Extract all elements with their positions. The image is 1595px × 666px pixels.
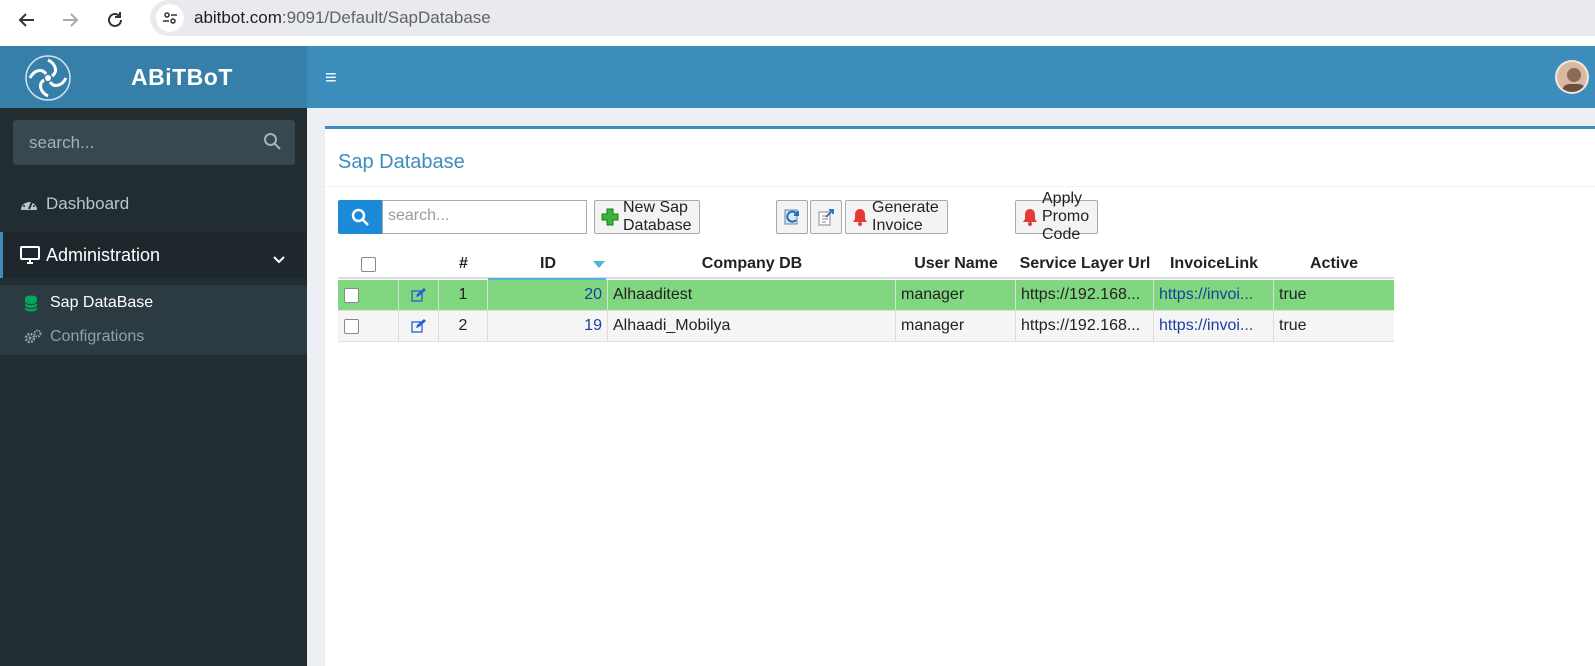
column-header-user-name[interactable]: User Name xyxy=(896,249,1016,279)
row-edit-cell xyxy=(399,280,439,310)
site-info-icon[interactable] xyxy=(156,4,184,32)
row-company-db: Alhaaditest xyxy=(608,280,896,310)
grid-header: # ID Company DB User Name Service Layer … xyxy=(338,249,1394,280)
row-select-cell xyxy=(338,280,399,310)
reload-icon xyxy=(108,12,122,27)
edit-icon[interactable] xyxy=(411,319,426,333)
row-select-cell xyxy=(338,311,399,341)
export-icon xyxy=(818,209,834,226)
sidebar-item-dashboard[interactable]: Dashboard xyxy=(0,181,307,227)
generate-invoice-label: Generate Invoice xyxy=(872,199,939,234)
edit-icon[interactable] xyxy=(411,288,426,302)
bell-icon xyxy=(852,208,868,226)
new-sap-database-label: New Sap Database xyxy=(623,199,692,234)
top-navbar: ≡ xyxy=(307,46,1595,108)
url-text: abitbot.com:9091/Default/SapDatabase xyxy=(194,8,491,28)
row-service-layer-url: https://192.168... xyxy=(1016,311,1154,341)
sidebar-item-label: Dashboard xyxy=(46,194,130,213)
table-row[interactable]: 2 19 Alhaadi_Mobilya manager https://192… xyxy=(338,311,1394,342)
export-button[interactable] xyxy=(810,200,842,234)
brand-name: ABiTBoT xyxy=(131,64,233,90)
apply-promo-code-button[interactable]: Apply Promo Code xyxy=(1015,190,1099,243)
forward-button[interactable] xyxy=(56,6,84,34)
grid-search-button[interactable] xyxy=(338,200,382,234)
dashboard-icon xyxy=(20,196,40,212)
sidebar-search-input[interactable] xyxy=(29,132,249,153)
generate-invoice-button[interactable]: Generate Invoice xyxy=(845,199,948,234)
url-path: :9091/Default/SapDatabase xyxy=(281,8,491,27)
bell-icon xyxy=(1022,208,1038,226)
sidebar-subitem-configurations[interactable]: Configrations xyxy=(0,320,307,354)
logo-swirl-icon xyxy=(25,55,71,101)
refresh-icon xyxy=(784,209,799,225)
grid-search-input[interactable] xyxy=(388,201,578,231)
table-row[interactable]: 1 20 Alhaaditest manager https://192.168… xyxy=(338,280,1394,311)
row-company-db: Alhaadi_Mobilya xyxy=(608,311,896,341)
back-button[interactable] xyxy=(13,6,41,34)
row-user-name: manager xyxy=(896,280,1016,310)
content-panel: Sap Database New Sap Database Generate I… xyxy=(325,126,1595,666)
row-invoice-link[interactable]: https://invoi... xyxy=(1154,280,1274,310)
sidebar-subitem-label: Configrations xyxy=(50,328,145,345)
chevron-down-icon[interactable] xyxy=(273,248,285,269)
search-icon xyxy=(351,208,369,226)
sidebar: Dashboard Administration Sap DataBase Co… xyxy=(0,108,307,666)
apply-promo-code-label: Apply Promo Code xyxy=(1042,190,1090,243)
sidebar-subitem-label: Sap DataBase xyxy=(50,294,154,311)
back-arrow-icon xyxy=(18,13,34,27)
browser-toolbar: abitbot.com:9091/Default/SapDatabase xyxy=(0,0,1595,46)
row-active: true xyxy=(1279,317,1307,334)
administration-submenu: Sap DataBase Configrations xyxy=(0,285,307,355)
title-divider xyxy=(325,186,1595,187)
refresh-button[interactable] xyxy=(776,200,808,234)
row-id: 19 xyxy=(488,311,608,341)
row-checkbox[interactable] xyxy=(344,318,359,334)
page-title: Sap Database xyxy=(338,151,465,173)
sidebar-item-label: Administration xyxy=(46,244,161,265)
address-bar[interactable]: abitbot.com:9091/Default/SapDatabase xyxy=(150,0,1595,36)
row-number: 1 xyxy=(439,280,488,310)
search-icon[interactable] xyxy=(263,132,281,155)
grid-search-field xyxy=(382,200,587,234)
row-id: 20 xyxy=(488,280,608,310)
column-header-number[interactable]: # xyxy=(439,249,488,279)
row-active: true xyxy=(1279,286,1307,303)
column-header-company-db[interactable]: Company DB xyxy=(608,249,896,279)
url-host: abitbot.com xyxy=(194,8,282,27)
plus-icon xyxy=(601,208,619,226)
edit-column-header xyxy=(399,249,439,279)
user-avatar[interactable] xyxy=(1555,60,1589,94)
column-header-active[interactable]: Active xyxy=(1274,249,1394,279)
gears-icon xyxy=(24,329,42,345)
sidebar-item-administration[interactable]: Administration xyxy=(0,232,307,278)
row-number: 2 xyxy=(439,311,488,341)
desktop-icon xyxy=(20,246,40,264)
column-header-id[interactable]: ID xyxy=(488,249,606,279)
reload-button[interactable] xyxy=(101,6,129,34)
logo-area[interactable]: ABiTBoT xyxy=(0,46,307,108)
row-user-name: manager xyxy=(896,311,1016,341)
sidebar-search xyxy=(13,120,295,165)
row-service-layer-url: https://192.168... xyxy=(1016,280,1154,310)
row-edit-cell xyxy=(399,311,439,341)
row-invoice-link[interactable]: https://invoi... xyxy=(1154,311,1274,341)
sidebar-subitem-sap-database[interactable]: Sap DataBase xyxy=(0,286,307,320)
new-sap-database-button[interactable]: New Sap Database xyxy=(594,199,701,234)
column-header-invoice-link[interactable]: InvoiceLink xyxy=(1154,249,1274,279)
column-header-service-layer-url[interactable]: Service Layer Url xyxy=(1016,249,1154,279)
select-all-checkbox[interactable] xyxy=(361,256,376,272)
forward-arrow-icon xyxy=(63,13,79,27)
database-icon xyxy=(24,295,42,312)
select-all-cell xyxy=(338,249,399,279)
sidebar-toggle-icon[interactable]: ≡ xyxy=(325,68,337,88)
row-checkbox[interactable] xyxy=(344,287,359,303)
sort-descending-icon[interactable] xyxy=(593,261,605,268)
